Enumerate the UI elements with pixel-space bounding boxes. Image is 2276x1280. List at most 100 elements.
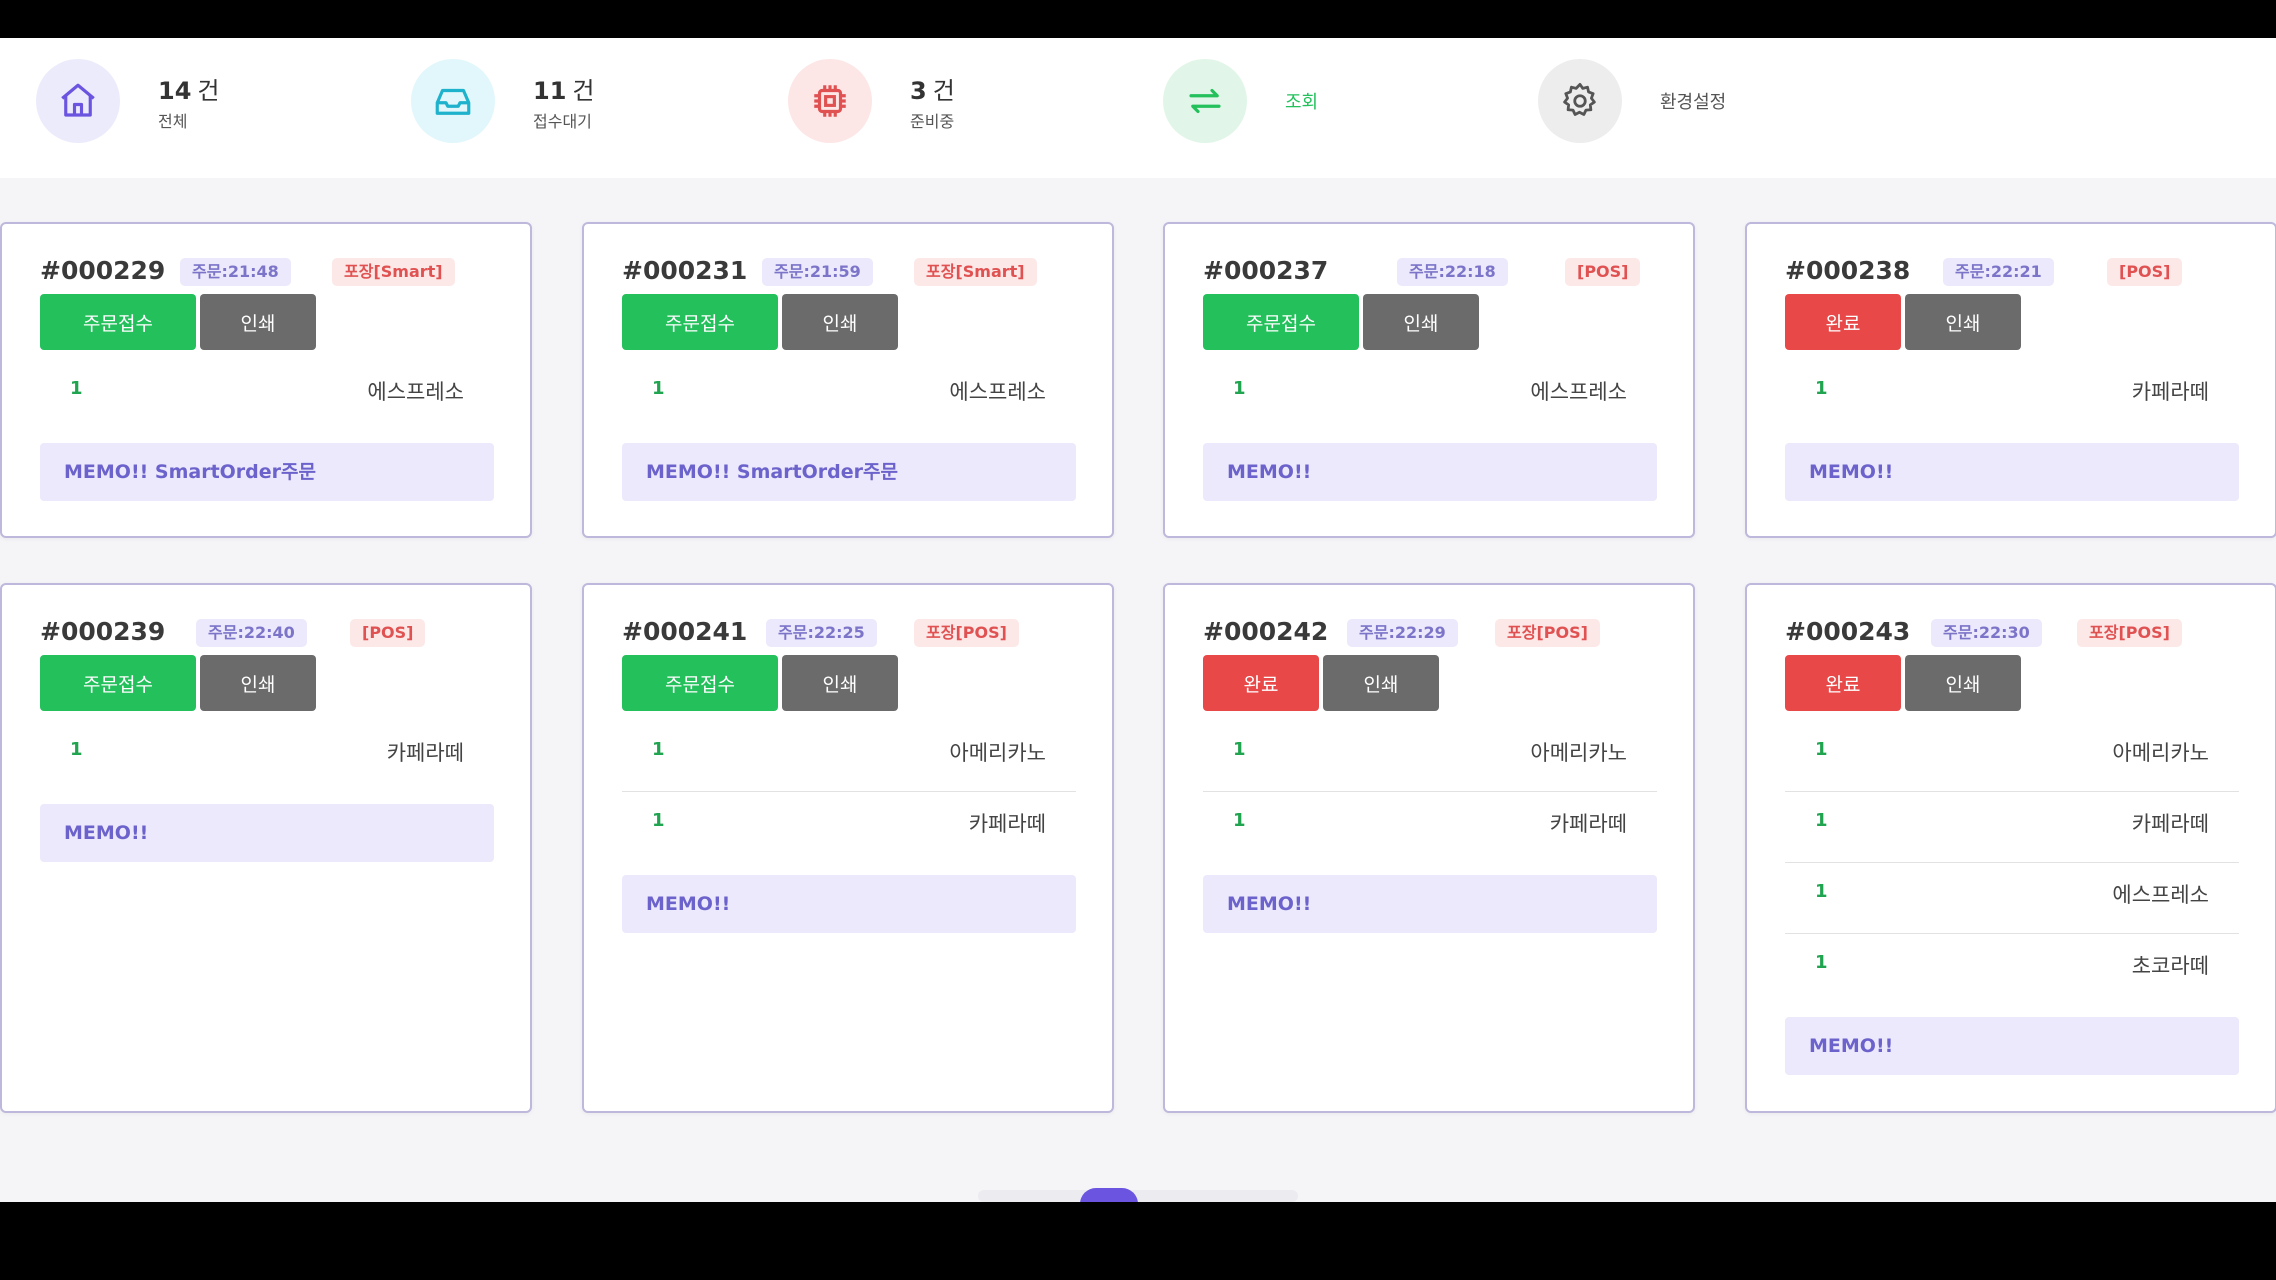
order-type-badge: [POS] [2107,258,2183,286]
item-quantity: 1 [652,739,665,760]
order-header: #000243 주문:22:30 포장[POS] [1785,615,2245,649]
stat-preparing[interactable]: 3건 준비중 [788,59,955,143]
order-card[interactable]: #000243 주문:22:30 포장[POS] 완료 인쇄 1 아메리카노 1 카페라떼 1 에스… [1745,583,2276,1113]
item-name: 아메리카노 [2112,741,2209,765]
order-card[interactable]: #000241 주문:22:25 포장[POS] 주문접수 인쇄 1 아메리카노 1 카페라떼 M… [582,583,1114,1113]
print-button[interactable]: 인쇄 [1363,294,1479,350]
print-button[interactable]: 인쇄 [1905,294,2021,350]
order-type-badge: 포장[POS] [914,619,1019,647]
order-item: 1 에스프레소 [40,360,494,431]
order-item: 1 아메리카노 [622,721,1076,792]
order-item: 1 카페라떼 [1785,360,2239,431]
settings-button[interactable]: 환경설정 [1538,59,1727,143]
order-card[interactable]: #000239 주문:22:40 [POS] 주문접수 인쇄 1 카페라떼 MEMO!! [0,583,532,1113]
settings-label: 환경설정 [1660,92,1727,113]
swap-arrows-icon [1163,59,1247,143]
order-items: 1 에스프레소 [1203,360,1657,431]
order-card[interactable]: #000238 주문:22:21 [POS] 완료 인쇄 1 카페라떼 MEMO!! [1745,222,2276,538]
item-quantity: 1 [70,739,83,760]
order-item: 1 초코라떼 [1785,934,2239,1005]
stat-total-unit: 건 [197,76,220,105]
order-type-badge: [POS] [350,619,426,647]
item-name: 에스프레소 [1530,380,1627,404]
order-time-badge: 주문:21:59 [762,258,873,286]
accept-order-button[interactable]: 주문접수 [622,294,778,350]
print-button[interactable]: 인쇄 [1323,655,1439,711]
item-name: 에스프레소 [949,380,1046,404]
order-header: #000238 주문:22:21 [POS] [1785,254,2245,288]
item-quantity: 1 [1233,739,1246,760]
accept-order-button[interactable]: 주문접수 [622,655,778,711]
order-item: 1 아메리카노 [1203,721,1657,792]
order-header: #000231 주문:21:59 포장[Smart] [622,254,1082,288]
complete-button[interactable]: 완료 [1203,655,1319,711]
status-bar: 14 건 전체 11 건 접수대기 3건 준비중 조회 환경설정 [0,38,2276,178]
item-name: 카페라떼 [968,812,1046,836]
order-items: 1 카페라떼 [1785,360,2239,431]
print-button[interactable]: 인쇄 [782,655,898,711]
order-card[interactable]: #000231 주문:21:59 포장[Smart] 주문접수 인쇄 1 에스프레소 MEMO… [582,222,1114,538]
pager-indicator[interactable] [1080,1188,1138,1202]
order-items: 1 에스프레소 [622,360,1076,431]
order-memo: MEMO!! [1203,443,1657,501]
order-item: 1 에스프레소 [622,360,1076,431]
order-time-badge: 주문:22:40 [196,619,307,647]
item-name: 에스프레소 [2112,883,2209,907]
order-memo: MEMO!! [1785,443,2239,501]
order-header: #000242 주문:22:29 포장[POS] [1203,615,1663,649]
app-frame: 14 건 전체 11 건 접수대기 3건 준비중 조회 환경설정 #000229… [0,38,2276,1202]
pager-track [978,1190,1298,1202]
order-header: #000237 주문:22:18 [POS] [1203,254,1663,288]
stat-preparing-unit: 건 [932,76,955,105]
item-quantity: 1 [652,378,665,399]
order-items: 1 에스프레소 [40,360,494,431]
stat-total-count: 14 [158,76,192,105]
print-button[interactable]: 인쇄 [200,294,316,350]
stat-total[interactable]: 14 건 전체 [36,59,220,143]
item-quantity: 1 [1233,378,1246,399]
order-time-badge: 주문:22:30 [1931,619,2042,647]
order-type-badge: 포장[Smart] [332,258,455,286]
gear-icon [1538,59,1622,143]
item-name: 에스프레소 [367,380,464,404]
accept-order-button[interactable]: 주문접수 [40,655,196,711]
order-time-badge: 주문:22:29 [1347,619,1458,647]
order-item: 1 카페라떼 [1785,792,2239,863]
item-quantity: 1 [1815,378,1828,399]
order-memo: MEMO!! [1203,875,1657,933]
order-type-badge: 포장[Smart] [914,258,1037,286]
order-header: #000241 주문:22:25 포장[POS] [622,615,1082,649]
order-memo: MEMO!! [40,804,494,862]
order-items: 1 카페라떼 [40,721,494,792]
print-button[interactable]: 인쇄 [1905,655,2021,711]
stat-waiting[interactable]: 11 건 접수대기 [411,59,595,143]
order-header: #000229 주문:21:48 포장[Smart] [40,254,500,288]
order-time-badge: 주문:22:21 [1943,258,2054,286]
complete-button[interactable]: 완료 [1785,655,1901,711]
item-name: 아메리카노 [949,741,1046,765]
complete-button[interactable]: 완료 [1785,294,1901,350]
order-number: #000243 [1785,617,1911,646]
stat-preparing-count: 3 [910,76,927,105]
print-button[interactable]: 인쇄 [200,655,316,711]
item-quantity: 1 [652,810,665,831]
order-card[interactable]: #000229 주문:21:48 포장[Smart] 주문접수 인쇄 1 에스프레소 MEMO… [0,222,532,538]
item-name: 카페라떼 [2131,812,2209,836]
inbox-icon [411,59,495,143]
order-time-badge: 주문:22:25 [766,619,877,647]
accept-order-button[interactable]: 주문접수 [40,294,196,350]
order-card[interactable]: #000237 주문:22:18 [POS] 주문접수 인쇄 1 에스프레소 MEMO!! [1163,222,1695,538]
accept-order-button[interactable]: 주문접수 [1203,294,1359,350]
order-card[interactable]: #000242 주문:22:29 포장[POS] 완료 인쇄 1 아메리카노 1 카페라떼 MEM… [1163,583,1695,1113]
order-memo: MEMO!! [1785,1017,2239,1075]
order-memo: MEMO!! SmartOrder주문 [40,443,494,501]
item-quantity: 1 [1233,810,1246,831]
print-button[interactable]: 인쇄 [782,294,898,350]
order-number: #000239 [40,617,166,646]
order-number: #000231 [622,256,748,285]
order-items: 1 아메리카노 1 카페라떼 [1203,721,1657,863]
lookup-button[interactable]: 조회 [1163,59,1318,143]
order-number: #000238 [1785,256,1911,285]
order-time-badge: 주문:21:48 [180,258,291,286]
stat-waiting-label: 접수대기 [533,111,592,131]
